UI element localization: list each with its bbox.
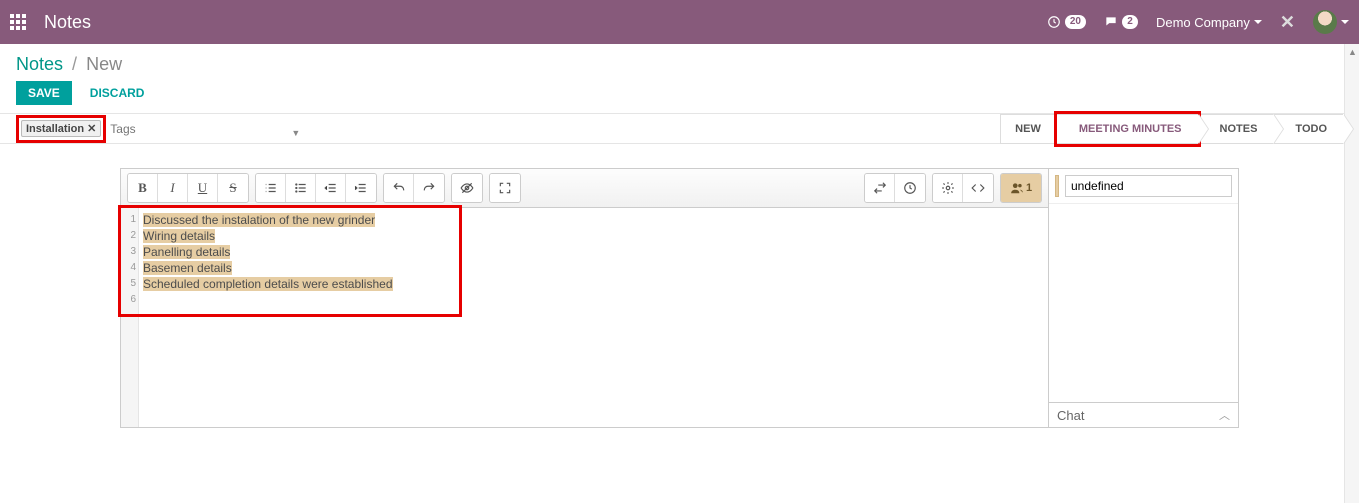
tags-input[interactable] [110,122,250,136]
visibility-button[interactable] [452,174,482,202]
chat-label: Chat [1057,408,1084,423]
underline-button[interactable]: U [188,174,218,202]
messaging-indicator[interactable]: 2 [1104,15,1138,29]
company-switcher[interactable]: Demo Company [1156,15,1262,30]
fullscreen-button[interactable] [490,174,520,202]
line-gutter: 1 2 3 4 5 6 [121,208,139,427]
note-line[interactable]: Panelling details [143,245,230,259]
breadcrumb-current: New [86,54,122,74]
note-line[interactable]: Wiring details [143,229,215,243]
close-icon[interactable]: ✕ [1280,12,1295,33]
strikethrough-button[interactable]: S [218,174,248,202]
chevron-down-icon [1341,20,1349,24]
bold-button[interactable]: B [128,174,158,202]
users-icon [1010,181,1024,195]
collaborators-button[interactable]: 1 [1001,174,1041,202]
activity-count-badge: 20 [1065,15,1086,29]
top-navbar: Notes 20 2 Demo Company ✕ [0,0,1359,44]
user-menu[interactable] [1313,10,1349,34]
note-editor: B I U S [120,168,1239,428]
stage-notes[interactable]: NOTES [1198,114,1274,144]
avatar [1313,10,1337,34]
import-export-button[interactable] [865,174,895,202]
editor-body[interactable]: 1 2 3 4 5 6 Discussed the instalation of… [121,208,1048,427]
editor-sidebar: Chat ︿ [1048,169,1238,427]
undo-button[interactable] [384,174,414,202]
note-line[interactable]: Discussed the instalation of the new gri… [143,213,375,227]
stage-meeting-minutes[interactable]: MEETING MINUTES [1057,114,1198,144]
note-line[interactable]: Scheduled completion details were establ… [143,277,393,291]
italic-button[interactable]: I [158,174,188,202]
message-count-badge: 2 [1122,15,1138,29]
author-name-input[interactable] [1065,175,1232,197]
highlight-box-tag: Installation ✕ [16,115,106,143]
scroll-up-icon[interactable]: ▲ [1345,44,1359,59]
chat-panel-header[interactable]: Chat ︿ [1049,402,1238,427]
tag-stage-row: Installation ✕ ▼ NEW MEETING MINUTES NOT… [0,114,1359,144]
company-name: Demo Company [1156,15,1250,30]
stage-new[interactable]: NEW [1000,114,1057,144]
breadcrumb-separator: / [72,54,77,74]
form-sheet: B I U S [0,144,1359,428]
chevron-down-icon [1254,20,1262,24]
apps-icon[interactable] [10,14,26,30]
tag-label: Installation [26,123,84,135]
clock-icon [1047,15,1061,29]
code-view-button[interactable] [963,174,993,202]
ordered-list-button[interactable] [256,174,286,202]
app-title[interactable]: Notes [44,12,91,33]
history-button[interactable] [895,174,925,202]
control-panel: Notes / New SAVE DISCARD [0,44,1359,114]
tags-field[interactable]: Installation ✕ [21,120,101,137]
chat-icon [1104,15,1118,29]
editor-toolbar: B I U S [121,169,1048,208]
tags-dropdown-icon[interactable]: ▼ [291,128,300,138]
collab-count: 1 [1026,182,1032,194]
tag-chip-installation[interactable]: Installation ✕ [21,120,101,137]
indent-button[interactable] [346,174,376,202]
discard-button[interactable]: DISCARD [82,81,153,105]
chevron-up-icon[interactable]: ︿ [1219,407,1230,423]
breadcrumb-root[interactable]: Notes [16,54,63,74]
activities-indicator[interactable]: 20 [1047,15,1086,29]
tag-remove-icon[interactable]: ✕ [87,122,96,135]
unordered-list-button[interactable] [286,174,316,202]
breadcrumb: Notes / New [16,54,1343,75]
stage-bar: NEW MEETING MINUTES NOTES TODO [1000,114,1359,144]
editor-content[interactable]: Discussed the instalation of the new gri… [139,208,1048,427]
author-color-swatch[interactable] [1055,175,1059,197]
note-line[interactable]: Basemen details [143,261,232,275]
redo-button[interactable] [414,174,444,202]
outdent-button[interactable] [316,174,346,202]
settings-button[interactable] [933,174,963,202]
save-button[interactable]: SAVE [16,81,72,105]
